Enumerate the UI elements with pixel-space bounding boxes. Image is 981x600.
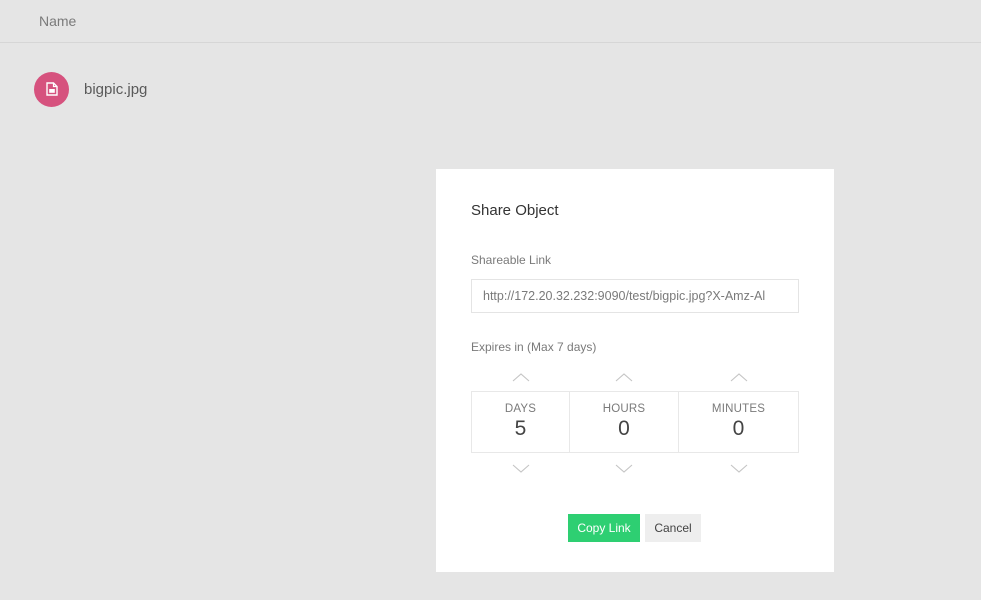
- hours-unit: HOURS 0: [569, 373, 678, 473]
- days-decrement-chevron-down-icon[interactable]: [511, 464, 531, 474]
- list-header: Name: [0, 0, 981, 43]
- minutes-value: 0: [732, 417, 745, 440]
- file-name: bigpic.jpg: [84, 80, 148, 98]
- list-item[interactable]: bigpic.jpg: [34, 71, 147, 107]
- hours-label: HOURS: [602, 403, 646, 415]
- share-object-dialog: Share Object Shareable Link Expires in (…: [436, 169, 834, 572]
- minutes-decrement-chevron-down-icon[interactable]: [729, 464, 749, 474]
- days-unit: DAYS 5: [472, 373, 569, 473]
- shareable-link-label: Shareable Link: [471, 253, 552, 267]
- expiry-selector: DAYS 5 HOURS 0 MINUTES 0: [471, 373, 799, 473]
- hours-decrement-chevron-down-icon[interactable]: [614, 464, 634, 474]
- dialog-title: Share Object: [471, 202, 559, 219]
- minutes-label: MINUTES: [711, 403, 766, 415]
- image-file-icon: [34, 71, 69, 107]
- days-increment-chevron-up-icon[interactable]: [511, 372, 531, 382]
- hours-value: 0: [618, 417, 630, 440]
- minutes-unit: MINUTES 0: [678, 373, 798, 473]
- copy-link-button[interactable]: Copy Link: [568, 514, 640, 542]
- expires-label: Expires in (Max 7 days): [471, 340, 597, 354]
- cancel-button[interactable]: Cancel: [645, 514, 701, 542]
- hours-increment-chevron-up-icon[interactable]: [614, 372, 634, 382]
- minutes-increment-chevron-up-icon[interactable]: [729, 372, 749, 382]
- days-value: 5: [514, 417, 527, 440]
- shareable-link-input[interactable]: [471, 279, 799, 313]
- column-header-name[interactable]: Name: [39, 13, 76, 29]
- days-label: DAYS: [504, 403, 537, 415]
